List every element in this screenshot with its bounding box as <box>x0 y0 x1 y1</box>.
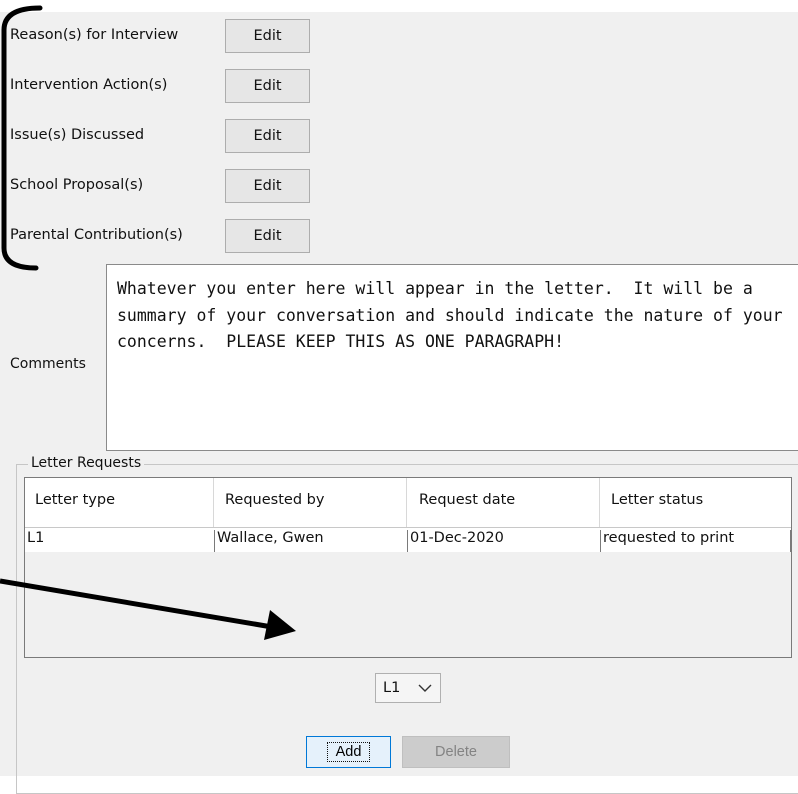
proposal-edit-button[interactable]: Edit <box>225 169 310 203</box>
top-strip <box>0 0 798 12</box>
letter-type-select[interactable]: L1 <box>375 673 441 703</box>
issues-row: Issue(s) Discussed Edit <box>0 119 798 155</box>
col-letter-type[interactable]: Letter type <box>35 492 115 508</box>
reasons-label: Reason(s) for Interview <box>10 27 179 43</box>
proposal-label: School Proposal(s) <box>10 177 144 193</box>
parental-row: Parental Contribution(s) Edit <box>0 219 798 255</box>
delete-button: Delete <box>402 736 510 768</box>
parental-label: Parental Contribution(s) <box>10 227 183 243</box>
cell-requested-by: Wallace, Gwen <box>217 530 408 552</box>
issues-label: Issue(s) Discussed <box>10 127 145 143</box>
proposal-row: School Proposal(s) Edit <box>0 169 798 205</box>
intervention-label: Intervention Action(s) <box>10 77 168 93</box>
letter-requests-title: Letter Requests <box>28 455 145 471</box>
col-requested-by[interactable]: Requested by <box>225 492 324 508</box>
cell-letter-status: requested to print <box>603 530 791 552</box>
table-row[interactable]: L1 Wallace, Gwen 01-Dec-2020 requested t… <box>25 528 791 552</box>
parental-edit-button[interactable]: Edit <box>225 219 310 253</box>
intervention-row: Intervention Action(s) Edit <box>0 69 798 105</box>
col-divider[interactable] <box>406 478 407 527</box>
reasons-row: Reason(s) for Interview Edit <box>0 19 798 55</box>
issues-edit-button[interactable]: Edit <box>225 119 310 153</box>
col-letter-status[interactable]: Letter status <box>611 492 703 508</box>
cell-request-date: 01-Dec-2020 <box>410 530 601 552</box>
add-button-label: Add <box>326 742 371 762</box>
table-header: Letter type Requested by Request date Le… <box>25 478 791 528</box>
col-request-date[interactable]: Request date <box>419 492 515 508</box>
intervention-edit-button[interactable]: Edit <box>225 69 310 103</box>
chevron-down-icon <box>418 684 432 692</box>
reasons-edit-button[interactable]: Edit <box>225 19 310 53</box>
comments-textarea[interactable]: Whatever you enter here will appear in t… <box>106 264 798 451</box>
col-divider[interactable] <box>599 478 600 527</box>
comments-label: Comments <box>10 356 86 372</box>
add-button[interactable]: Add <box>306 736 391 768</box>
cell-letter-type: L1 <box>27 530 215 552</box>
col-divider[interactable] <box>213 478 214 527</box>
letter-requests-table[interactable]: Letter type Requested by Request date Le… <box>24 477 792 658</box>
letter-type-select-value: L1 <box>383 680 401 696</box>
